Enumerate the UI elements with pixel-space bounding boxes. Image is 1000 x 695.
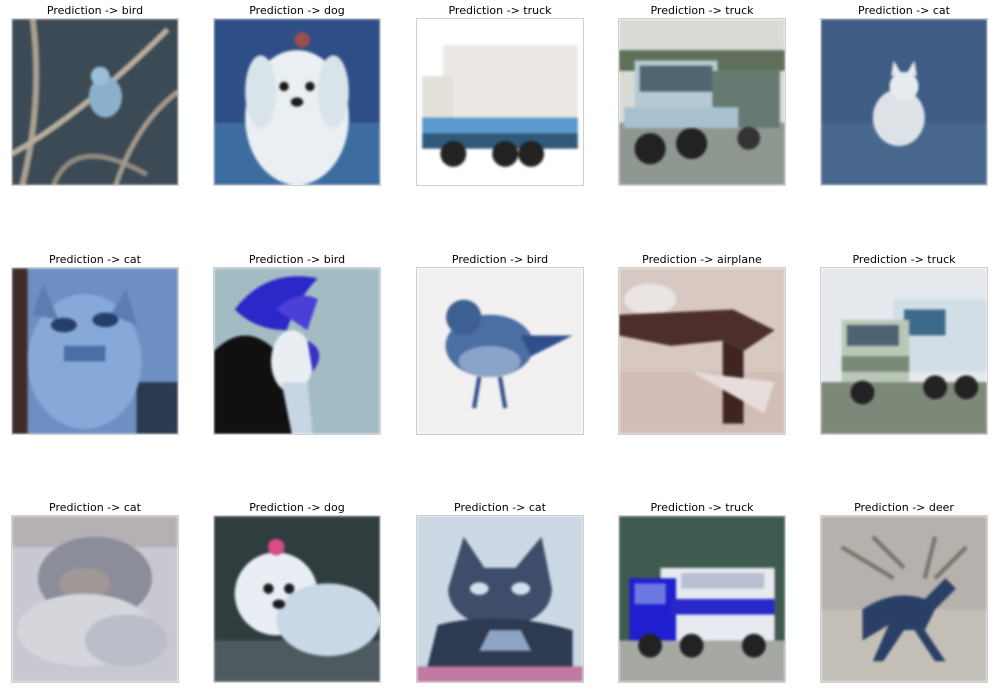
prediction-title: Prediction -> dog xyxy=(249,501,345,514)
prediction-title: Prediction -> truck xyxy=(650,501,754,514)
prediction-title: Prediction -> deer xyxy=(854,501,954,514)
prediction-title: Prediction -> truck xyxy=(852,253,956,266)
prediction-image-cat xyxy=(820,18,988,186)
prediction-image-truck xyxy=(820,267,988,435)
prediction-image-truck xyxy=(416,18,584,186)
prediction-title: Prediction -> bird xyxy=(248,253,346,266)
prediction-title: Prediction -> bird xyxy=(451,253,549,266)
prediction-image-deer xyxy=(820,515,988,683)
prediction-title: Prediction -> dog xyxy=(249,4,345,17)
prediction-image-truck xyxy=(618,515,786,683)
prediction-image-airplane xyxy=(618,267,786,435)
prediction-image-cat xyxy=(11,267,179,435)
prediction-title: Prediction -> cat xyxy=(49,253,141,266)
prediction-image-bird xyxy=(416,267,584,435)
prediction-image-cat xyxy=(416,515,584,683)
prediction-image-dog xyxy=(213,18,381,186)
prediction-image-cat xyxy=(11,515,179,683)
prediction-title: Prediction -> truck xyxy=(448,4,552,17)
prediction-image-bird xyxy=(11,18,179,186)
prediction-title: Prediction -> cat xyxy=(454,501,546,514)
prediction-title: Prediction -> cat xyxy=(858,4,950,17)
prediction-title: Prediction -> truck xyxy=(650,4,754,17)
prediction-image-dog xyxy=(213,515,381,683)
prediction-image-bird xyxy=(213,267,381,435)
prediction-title: Prediction -> bird xyxy=(46,4,144,17)
prediction-image-truck xyxy=(618,18,786,186)
prediction-title: Prediction -> cat xyxy=(49,501,141,514)
prediction-title: Prediction -> airplane xyxy=(642,253,762,266)
